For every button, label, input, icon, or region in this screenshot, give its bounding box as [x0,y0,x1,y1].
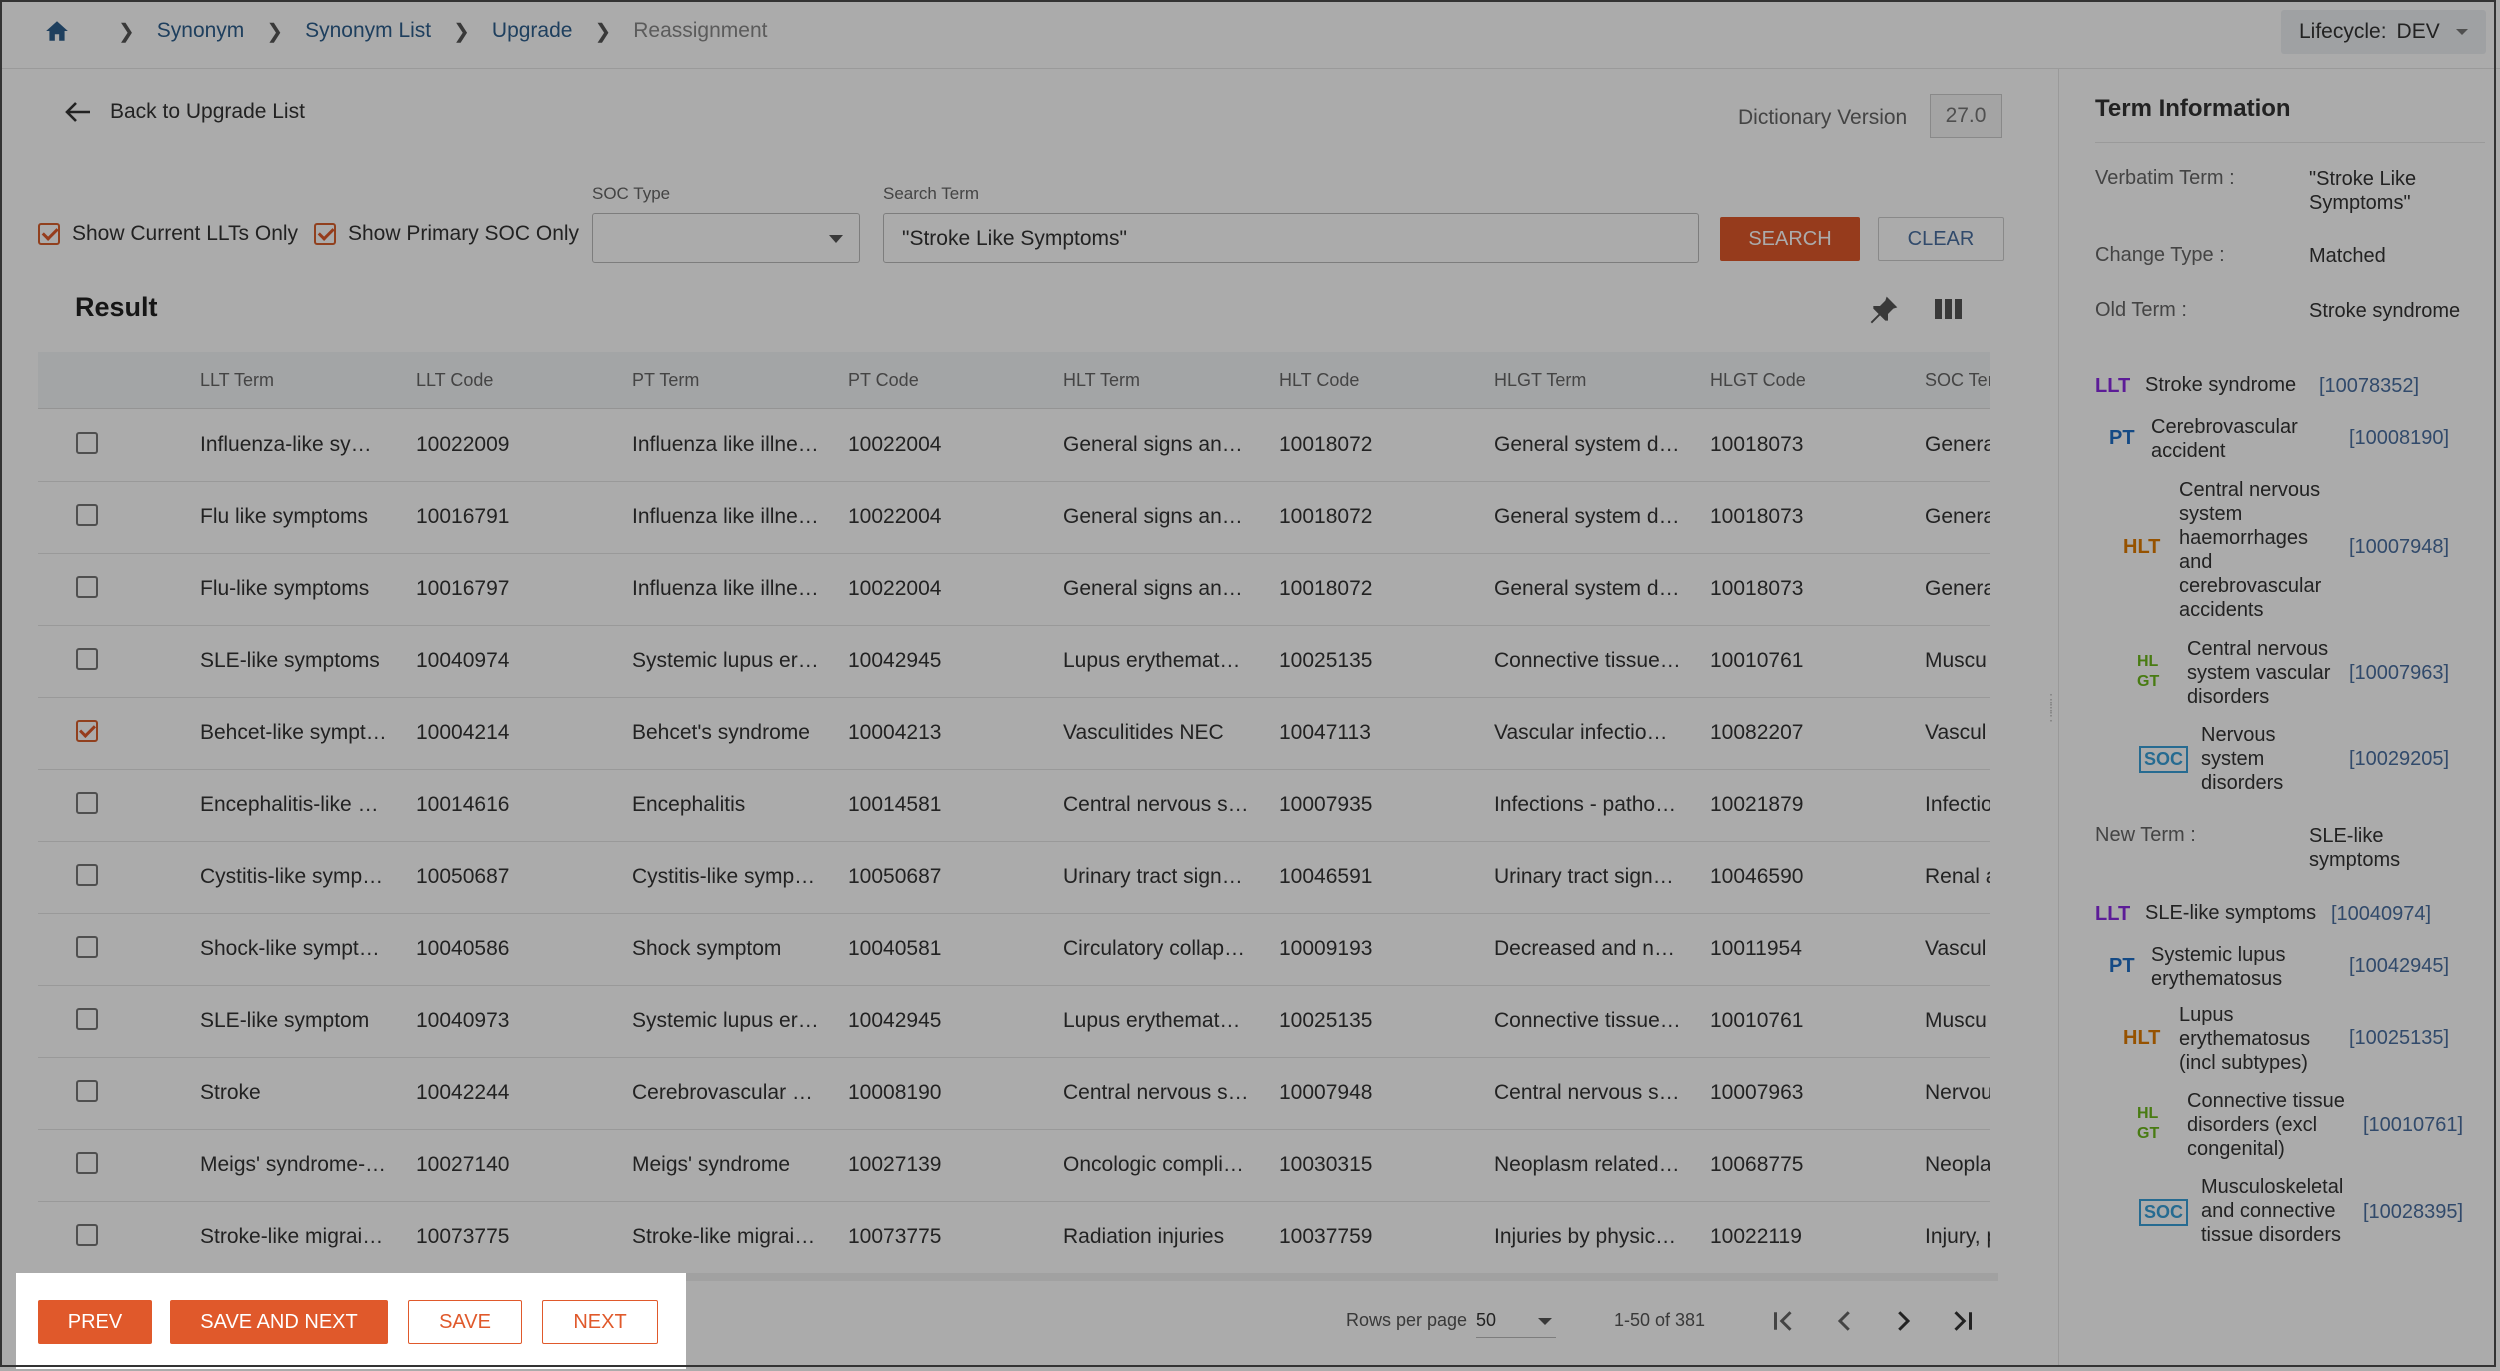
window-frame [0,0,2496,1367]
